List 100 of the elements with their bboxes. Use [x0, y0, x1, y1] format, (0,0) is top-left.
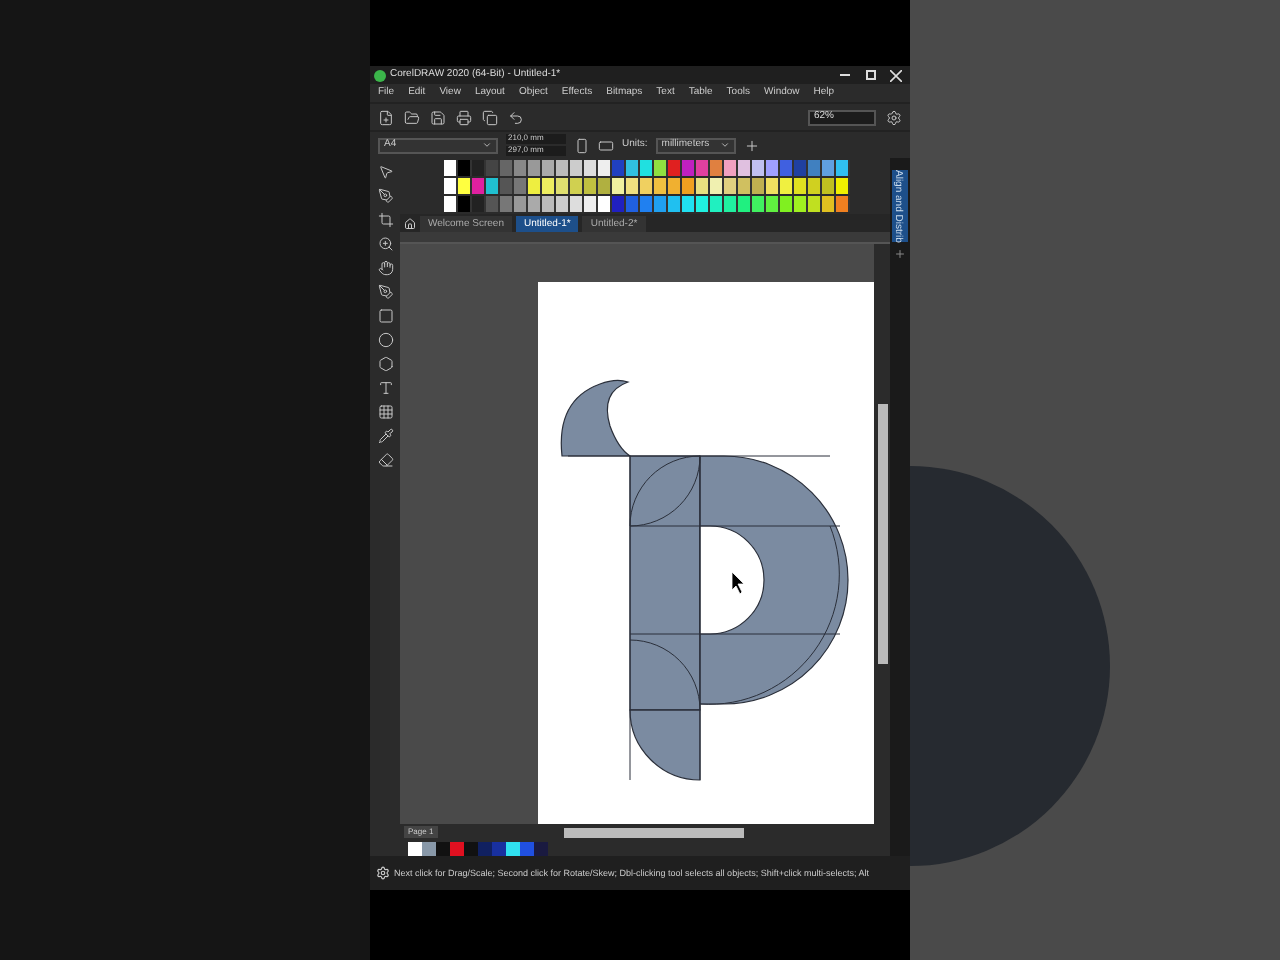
color-swatch[interactable]	[464, 841, 478, 855]
color-swatch[interactable]	[598, 178, 612, 194]
color-swatch[interactable]	[528, 178, 542, 194]
color-swatch[interactable]	[612, 160, 626, 176]
open-folder-icon[interactable]	[404, 109, 420, 125]
color-swatch[interactable]	[500, 160, 514, 176]
rectangle-icon[interactable]	[377, 308, 393, 324]
color-swatch[interactable]	[598, 196, 612, 212]
grid-icon[interactable]	[377, 404, 393, 420]
horizontal-scrollbar[interactable]	[563, 827, 744, 837]
text-tool-icon[interactable]	[377, 380, 393, 396]
color-swatch[interactable]	[822, 196, 836, 212]
color-swatch[interactable]	[752, 178, 766, 194]
pen-icon[interactable]	[377, 284, 393, 300]
ellipse-icon[interactable]	[377, 332, 393, 348]
save-icon[interactable]	[430, 109, 446, 125]
color-swatch[interactable]	[436, 841, 450, 855]
color-swatch[interactable]	[486, 196, 500, 212]
polygon-icon[interactable]	[377, 356, 393, 372]
color-swatch[interactable]	[724, 196, 738, 212]
color-swatch[interactable]	[682, 160, 696, 176]
color-swatch[interactable]	[640, 178, 654, 194]
color-swatch[interactable]	[458, 196, 472, 212]
add-icon[interactable]	[894, 248, 906, 261]
color-swatch[interactable]	[408, 841, 422, 855]
maximize-icon[interactable]	[866, 70, 876, 80]
undo-icon[interactable]	[508, 109, 524, 125]
eyedropper-icon[interactable]	[377, 428, 393, 444]
color-swatch[interactable]	[626, 178, 640, 194]
color-swatch[interactable]	[556, 196, 570, 212]
color-swatch[interactable]	[836, 196, 850, 212]
color-swatch[interactable]	[556, 178, 570, 194]
color-swatch[interactable]	[444, 160, 458, 176]
color-swatch[interactable]	[486, 160, 500, 176]
crop-icon[interactable]	[377, 212, 393, 228]
color-swatch[interactable]	[654, 196, 668, 212]
color-swatch[interactable]	[822, 160, 836, 176]
color-swatch[interactable]	[808, 178, 822, 194]
color-swatch[interactable]	[500, 196, 514, 212]
color-swatch[interactable]	[724, 160, 738, 176]
color-swatch[interactable]	[626, 196, 640, 212]
color-swatch[interactable]	[514, 160, 528, 176]
color-swatch[interactable]	[752, 196, 766, 212]
color-swatch[interactable]	[520, 841, 534, 855]
color-swatch[interactable]	[500, 178, 514, 194]
color-swatch[interactable]	[528, 196, 542, 212]
color-swatch[interactable]	[458, 178, 472, 194]
color-swatch[interactable]	[472, 160, 486, 176]
close-icon[interactable]	[890, 69, 902, 81]
color-swatch[interactable]	[724, 178, 738, 194]
color-swatch[interactable]	[808, 160, 822, 176]
color-swatch[interactable]	[780, 196, 794, 212]
home-icon[interactable]	[404, 218, 416, 230]
color-swatch[interactable]	[584, 178, 598, 194]
color-swatch[interactable]	[668, 160, 682, 176]
color-swatch[interactable]	[570, 160, 584, 176]
color-swatch[interactable]	[612, 196, 626, 212]
color-swatch[interactable]	[822, 178, 836, 194]
color-swatch[interactable]	[654, 160, 668, 176]
color-swatch[interactable]	[492, 841, 506, 855]
color-swatch[interactable]	[682, 196, 696, 212]
color-swatch[interactable]	[780, 178, 794, 194]
settings-icon[interactable]	[886, 109, 902, 125]
color-swatch[interactable]	[794, 196, 808, 212]
color-swatch[interactable]	[710, 178, 724, 194]
color-swatch[interactable]	[514, 196, 528, 212]
color-swatch[interactable]	[514, 178, 528, 194]
color-swatch[interactable]	[738, 196, 752, 212]
print-icon[interactable]	[456, 109, 472, 125]
color-swatch[interactable]	[710, 196, 724, 212]
color-swatch[interactable]	[626, 160, 640, 176]
color-swatch[interactable]	[654, 178, 668, 194]
color-swatch[interactable]	[458, 160, 472, 176]
color-swatch[interactable]	[444, 196, 458, 212]
color-swatch[interactable]	[584, 160, 598, 176]
color-swatch[interactable]	[534, 841, 548, 855]
color-swatch[interactable]	[422, 841, 436, 855]
color-swatch[interactable]	[668, 196, 682, 212]
scrollbar[interactable]	[874, 244, 890, 824]
color-swatch[interactable]	[766, 178, 780, 194]
color-swatch[interactable]	[794, 160, 808, 176]
new-document-icon[interactable]	[378, 109, 394, 125]
color-swatch[interactable]	[472, 178, 486, 194]
landscape-icon[interactable]	[598, 137, 614, 153]
color-swatch[interactable]	[542, 160, 556, 176]
color-swatch[interactable]	[794, 178, 808, 194]
color-swatch[interactable]	[696, 178, 710, 194]
color-swatch[interactable]	[556, 160, 570, 176]
color-swatch[interactable]	[640, 196, 654, 212]
color-swatch[interactable]	[752, 160, 766, 176]
pointer-icon[interactable]	[377, 164, 393, 180]
color-swatch[interactable]	[738, 160, 752, 176]
eraser-icon[interactable]	[377, 452, 393, 468]
color-swatch[interactable]	[710, 160, 724, 176]
color-swatch[interactable]	[542, 178, 556, 194]
color-swatch[interactable]	[682, 178, 696, 194]
color-swatch[interactable]	[450, 841, 464, 855]
color-swatch[interactable]	[444, 178, 458, 194]
color-swatch[interactable]	[780, 160, 794, 176]
color-swatch[interactable]	[506, 841, 520, 855]
